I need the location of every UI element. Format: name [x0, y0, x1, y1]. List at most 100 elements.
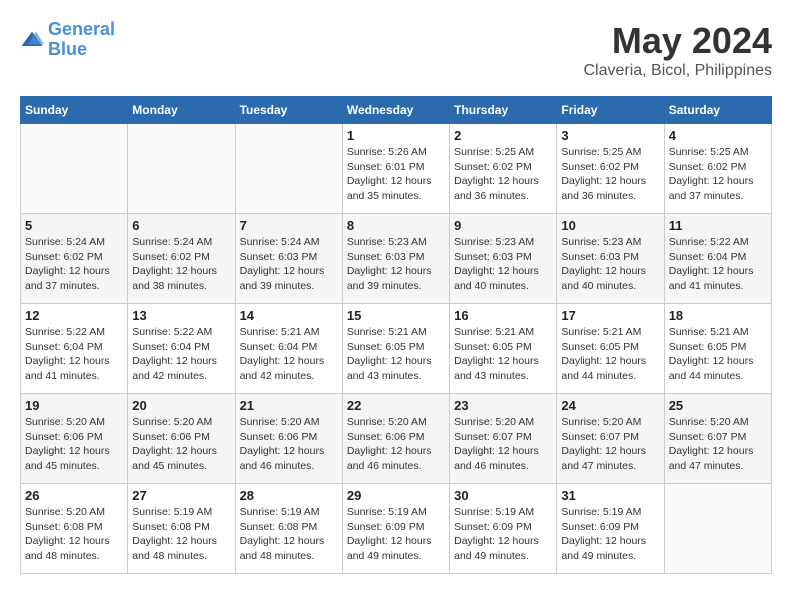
calendar-header-row: SundayMondayTuesdayWednesdayThursdayFrid…	[21, 97, 772, 124]
day-info: Sunrise: 5:24 AMSunset: 6:02 PMDaylight:…	[132, 235, 230, 294]
calendar-cell	[21, 124, 128, 214]
calendar-week-row: 5 Sunrise: 5:24 AMSunset: 6:02 PMDayligh…	[21, 214, 772, 304]
calendar-day-header: Sunday	[21, 97, 128, 124]
calendar-cell: 6 Sunrise: 5:24 AMSunset: 6:02 PMDayligh…	[128, 214, 235, 304]
day-number: 27	[132, 488, 230, 503]
day-number: 10	[561, 218, 659, 233]
calendar-cell: 19 Sunrise: 5:20 AMSunset: 6:06 PMDaylig…	[21, 394, 128, 484]
day-info: Sunrise: 5:19 AMSunset: 6:09 PMDaylight:…	[347, 505, 445, 564]
day-info: Sunrise: 5:24 AMSunset: 6:02 PMDaylight:…	[25, 235, 123, 294]
day-number: 18	[669, 308, 767, 323]
day-info: Sunrise: 5:19 AMSunset: 6:08 PMDaylight:…	[240, 505, 338, 564]
day-number: 20	[132, 398, 230, 413]
day-info: Sunrise: 5:19 AMSunset: 6:09 PMDaylight:…	[454, 505, 552, 564]
day-number: 29	[347, 488, 445, 503]
day-info: Sunrise: 5:22 AMSunset: 6:04 PMDaylight:…	[25, 325, 123, 384]
calendar-week-row: 12 Sunrise: 5:22 AMSunset: 6:04 PMDaylig…	[21, 304, 772, 394]
day-info: Sunrise: 5:19 AMSunset: 6:08 PMDaylight:…	[132, 505, 230, 564]
day-info: Sunrise: 5:21 AMSunset: 6:05 PMDaylight:…	[669, 325, 767, 384]
day-number: 3	[561, 128, 659, 143]
calendar-cell: 16 Sunrise: 5:21 AMSunset: 6:05 PMDaylig…	[450, 304, 557, 394]
calendar-day-header: Saturday	[664, 97, 771, 124]
day-info: Sunrise: 5:20 AMSunset: 6:07 PMDaylight:…	[454, 415, 552, 474]
day-number: 22	[347, 398, 445, 413]
calendar-cell: 31 Sunrise: 5:19 AMSunset: 6:09 PMDaylig…	[557, 484, 664, 574]
page-header: General Blue May 2024 Claveria, Bicol, P…	[20, 20, 772, 80]
calendar-day-header: Thursday	[450, 97, 557, 124]
calendar-cell: 29 Sunrise: 5:19 AMSunset: 6:09 PMDaylig…	[342, 484, 449, 574]
calendar-cell: 1 Sunrise: 5:26 AMSunset: 6:01 PMDayligh…	[342, 124, 449, 214]
title-block: May 2024 Claveria, Bicol, Philippines	[583, 20, 772, 80]
calendar-day-header: Monday	[128, 97, 235, 124]
calendar-cell: 23 Sunrise: 5:20 AMSunset: 6:07 PMDaylig…	[450, 394, 557, 484]
calendar-cell: 25 Sunrise: 5:20 AMSunset: 6:07 PMDaylig…	[664, 394, 771, 484]
day-info: Sunrise: 5:25 AMSunset: 6:02 PMDaylight:…	[669, 145, 767, 204]
calendar-day-header: Wednesday	[342, 97, 449, 124]
day-info: Sunrise: 5:21 AMSunset: 6:05 PMDaylight:…	[347, 325, 445, 384]
calendar-cell: 21 Sunrise: 5:20 AMSunset: 6:06 PMDaylig…	[235, 394, 342, 484]
day-info: Sunrise: 5:21 AMSunset: 6:05 PMDaylight:…	[561, 325, 659, 384]
day-number: 23	[454, 398, 552, 413]
day-info: Sunrise: 5:19 AMSunset: 6:09 PMDaylight:…	[561, 505, 659, 564]
day-info: Sunrise: 5:20 AMSunset: 6:08 PMDaylight:…	[25, 505, 123, 564]
day-number: 2	[454, 128, 552, 143]
logo-text: General Blue	[48, 20, 115, 60]
calendar-day-header: Tuesday	[235, 97, 342, 124]
calendar-cell: 22 Sunrise: 5:20 AMSunset: 6:06 PMDaylig…	[342, 394, 449, 484]
day-number: 30	[454, 488, 552, 503]
calendar-cell: 4 Sunrise: 5:25 AMSunset: 6:02 PMDayligh…	[664, 124, 771, 214]
day-number: 4	[669, 128, 767, 143]
day-info: Sunrise: 5:22 AMSunset: 6:04 PMDaylight:…	[132, 325, 230, 384]
day-number: 28	[240, 488, 338, 503]
calendar-cell: 7 Sunrise: 5:24 AMSunset: 6:03 PMDayligh…	[235, 214, 342, 304]
calendar-cell	[235, 124, 342, 214]
calendar-cell: 12 Sunrise: 5:22 AMSunset: 6:04 PMDaylig…	[21, 304, 128, 394]
calendar-cell: 28 Sunrise: 5:19 AMSunset: 6:08 PMDaylig…	[235, 484, 342, 574]
day-info: Sunrise: 5:21 AMSunset: 6:05 PMDaylight:…	[454, 325, 552, 384]
day-number: 26	[25, 488, 123, 503]
calendar-cell: 2 Sunrise: 5:25 AMSunset: 6:02 PMDayligh…	[450, 124, 557, 214]
day-number: 25	[669, 398, 767, 413]
calendar-cell	[664, 484, 771, 574]
calendar-cell: 14 Sunrise: 5:21 AMSunset: 6:04 PMDaylig…	[235, 304, 342, 394]
day-number: 24	[561, 398, 659, 413]
day-info: Sunrise: 5:21 AMSunset: 6:04 PMDaylight:…	[240, 325, 338, 384]
calendar-cell: 9 Sunrise: 5:23 AMSunset: 6:03 PMDayligh…	[450, 214, 557, 304]
location: Claveria, Bicol, Philippines	[583, 62, 772, 80]
day-info: Sunrise: 5:23 AMSunset: 6:03 PMDaylight:…	[347, 235, 445, 294]
calendar-cell: 11 Sunrise: 5:22 AMSunset: 6:04 PMDaylig…	[664, 214, 771, 304]
month-year: May 2024	[583, 20, 772, 62]
calendar-cell: 3 Sunrise: 5:25 AMSunset: 6:02 PMDayligh…	[557, 124, 664, 214]
day-number: 7	[240, 218, 338, 233]
calendar-week-row: 1 Sunrise: 5:26 AMSunset: 6:01 PMDayligh…	[21, 124, 772, 214]
day-number: 17	[561, 308, 659, 323]
logo-line2: Blue	[48, 39, 87, 59]
calendar-cell: 30 Sunrise: 5:19 AMSunset: 6:09 PMDaylig…	[450, 484, 557, 574]
day-number: 6	[132, 218, 230, 233]
day-number: 14	[240, 308, 338, 323]
calendar-cell: 20 Sunrise: 5:20 AMSunset: 6:06 PMDaylig…	[128, 394, 235, 484]
day-number: 9	[454, 218, 552, 233]
day-info: Sunrise: 5:24 AMSunset: 6:03 PMDaylight:…	[240, 235, 338, 294]
day-info: Sunrise: 5:20 AMSunset: 6:06 PMDaylight:…	[132, 415, 230, 474]
day-number: 21	[240, 398, 338, 413]
day-info: Sunrise: 5:20 AMSunset: 6:07 PMDaylight:…	[669, 415, 767, 474]
day-number: 31	[561, 488, 659, 503]
calendar-cell	[128, 124, 235, 214]
calendar-cell: 24 Sunrise: 5:20 AMSunset: 6:07 PMDaylig…	[557, 394, 664, 484]
day-number: 16	[454, 308, 552, 323]
calendar-cell: 15 Sunrise: 5:21 AMSunset: 6:05 PMDaylig…	[342, 304, 449, 394]
logo-icon	[20, 30, 44, 50]
calendar-week-row: 19 Sunrise: 5:20 AMSunset: 6:06 PMDaylig…	[21, 394, 772, 484]
calendar-cell: 10 Sunrise: 5:23 AMSunset: 6:03 PMDaylig…	[557, 214, 664, 304]
calendar-cell: 8 Sunrise: 5:23 AMSunset: 6:03 PMDayligh…	[342, 214, 449, 304]
calendar-week-row: 26 Sunrise: 5:20 AMSunset: 6:08 PMDaylig…	[21, 484, 772, 574]
day-number: 11	[669, 218, 767, 233]
day-number: 19	[25, 398, 123, 413]
day-number: 15	[347, 308, 445, 323]
logo-line1: General	[48, 19, 115, 39]
day-info: Sunrise: 5:23 AMSunset: 6:03 PMDaylight:…	[561, 235, 659, 294]
day-number: 5	[25, 218, 123, 233]
day-number: 12	[25, 308, 123, 323]
calendar-cell: 17 Sunrise: 5:21 AMSunset: 6:05 PMDaylig…	[557, 304, 664, 394]
